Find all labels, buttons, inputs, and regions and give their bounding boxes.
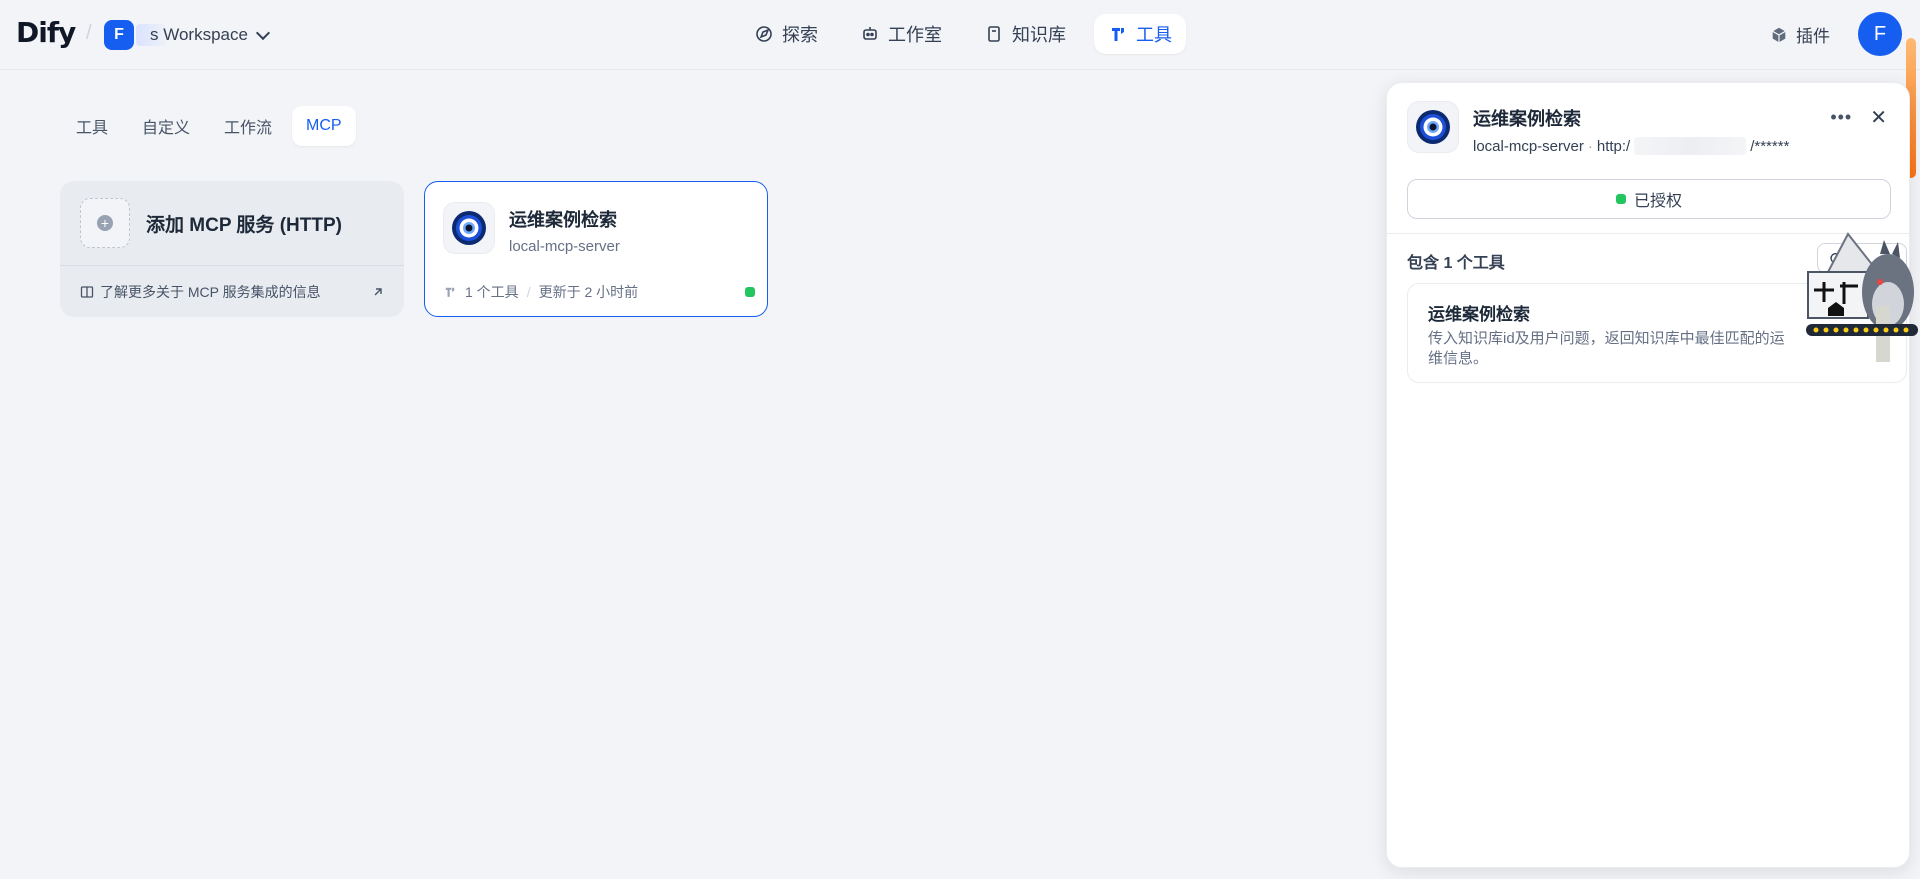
nav-tools-label: 工具	[1136, 25, 1172, 45]
eye-icon	[452, 211, 486, 245]
close-icon[interactable]: ✕	[1870, 105, 1887, 130]
nav-studio-label: 工作室	[888, 25, 942, 45]
learn-more-link[interactable]: 了解更多关于 MCP 服务集成的信息	[60, 265, 404, 317]
nav-tools[interactable]: 工具	[1094, 14, 1186, 54]
tab-workflow[interactable]: 工作流	[210, 106, 286, 146]
url-suffix: /******	[1750, 137, 1790, 155]
panel-subtitle: local-mcp-server · http:/ /******	[1473, 137, 1789, 155]
workspace-switcher[interactable]: F s Workspace	[104, 20, 271, 50]
mascot-overlay-icon	[1806, 232, 1918, 362]
book-open-icon	[80, 285, 94, 298]
tools-icon	[1112, 28, 1124, 41]
dify-logo[interactable]: Dify	[16, 16, 76, 49]
panel-title: 运维案例检索	[1473, 109, 1581, 129]
server-name: 运维案例检索	[509, 210, 617, 230]
tool-description: 传入知识库id及用户问题，返回知识库中最佳匹配的运维信息。	[1428, 330, 1785, 367]
top-bar: Dify / F s Workspace 探索 工作室 知识库 工具 插件 F	[0, 0, 1920, 178]
add-mcp-service-button[interactable]: + 添加 MCP 服务 (HTTP)	[60, 181, 404, 265]
book-icon	[988, 26, 1000, 42]
nav-knowledge-label: 知识库	[1012, 25, 1066, 45]
add-mcp-service-card[interactable]: + 添加 MCP 服务 (HTTP) 了解更多关于 MCP 服务集成的信息	[60, 181, 404, 317]
cube-icon	[1772, 27, 1786, 42]
tools-icon	[445, 287, 455, 297]
tab-builtin[interactable]: 工具	[62, 106, 122, 146]
redacted-url	[1634, 137, 1747, 155]
add-placeholder: +	[80, 198, 130, 248]
eye-icon	[1416, 110, 1450, 144]
main-nav: 探索 工作室 知识库 工具	[740, 14, 1186, 54]
tab-custom[interactable]: 自定义	[128, 106, 204, 146]
compass-icon	[756, 26, 772, 42]
workspace-avatar: F	[104, 20, 134, 50]
dot-separator: ·	[1587, 137, 1593, 155]
plugins-button[interactable]: 插件	[1770, 22, 1830, 47]
server-id: local-mcp-server	[509, 238, 620, 255]
auth-label: 已授权	[1633, 193, 1682, 210]
workspace-name: s Workspace	[150, 25, 248, 44]
updated-time: 更新于 2 小时前	[538, 284, 639, 300]
nav-explore-label: 探索	[782, 25, 818, 45]
status-indicator	[1615, 194, 1626, 204]
server-icon	[443, 202, 495, 254]
url-prefix: http:/	[1596, 137, 1631, 155]
nav-explore[interactable]: 探索	[740, 14, 832, 54]
nav-studio[interactable]: 工作室	[846, 14, 956, 54]
panel-server-icon	[1407, 101, 1459, 153]
tab-mcp[interactable]: MCP	[292, 106, 356, 146]
plugins-label: 插件	[1796, 27, 1830, 46]
panel-server-id: local-mcp-server	[1473, 137, 1584, 155]
mcp-detail-panel: 运维案例检索 local-mcp-server · http:/ /******…	[1386, 82, 1910, 868]
mcp-server-card[interactable]: 运维案例检索 local-mcp-server 1 个工具 / 更新于 2 小时…	[424, 181, 768, 317]
divider: /	[526, 284, 531, 300]
logo-text: Dify	[16, 16, 76, 49]
arrow-up-right-icon	[374, 287, 382, 295]
tools-count: 1 个工具	[465, 284, 519, 300]
user-avatar[interactable]: F	[1858, 12, 1902, 56]
learn-more-label: 了解更多关于 MCP 服务集成的信息	[100, 283, 321, 300]
plus-icon: +	[97, 215, 113, 231]
tool-count-label: 包含 1 个工具	[1407, 255, 1505, 272]
more-options-icon[interactable]: •••	[1830, 107, 1852, 128]
status-indicator	[745, 287, 755, 297]
breadcrumb-separator: /	[86, 22, 92, 44]
authorized-button[interactable]: 已授权	[1407, 179, 1891, 219]
tool-type-tabs: 工具 自定义 工作流 MCP	[62, 106, 356, 146]
chevron-down-icon	[255, 25, 271, 40]
nav-knowledge[interactable]: 知识库	[970, 14, 1080, 54]
robot-icon	[863, 27, 877, 40]
add-mcp-title: 添加 MCP 服务 (HTTP)	[146, 214, 342, 236]
